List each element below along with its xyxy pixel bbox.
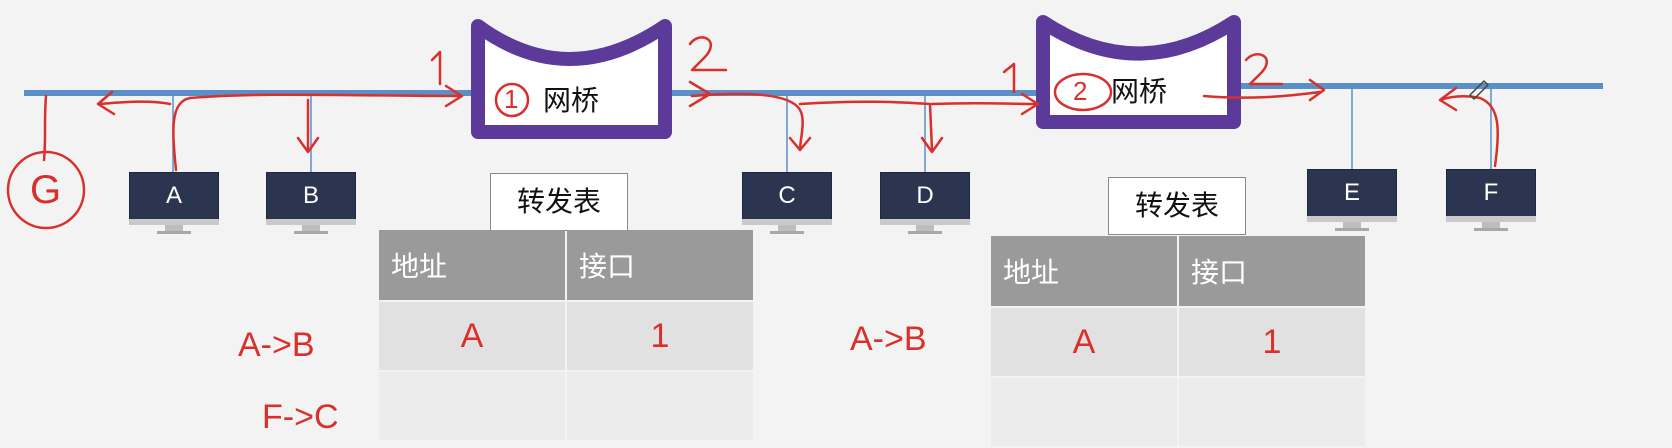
host-e[interactable]: E — [1307, 169, 1397, 233]
host-c-label: C — [742, 172, 832, 220]
table-header-row: 地址 接口 — [379, 230, 753, 300]
host-e-label: E — [1307, 169, 1397, 217]
forwarding-table-1-title: 转发表 — [490, 173, 628, 231]
ink-to-b2 — [930, 92, 1040, 116]
monitor-base — [157, 231, 191, 234]
table-header-row: 地址 接口 — [991, 236, 1365, 306]
ink-g-line — [42, 94, 48, 162]
host-f-label: F — [1446, 169, 1536, 217]
cell-address: A — [991, 308, 1177, 376]
forwarding-table-1: 地址 接口 A 1 — [377, 228, 755, 442]
table-row: A 1 — [991, 308, 1365, 376]
monitor-base — [908, 231, 942, 234]
bridge-2-circled-port: 2 — [1073, 76, 1088, 106]
network-links — [6, 15, 1603, 230]
host-f[interactable]: F — [1446, 169, 1536, 233]
column-header-address: 地址 — [379, 230, 565, 300]
host-g-label: G — [30, 168, 62, 212]
ink-f-up — [1438, 86, 1499, 168]
column-header-address: 地址 — [991, 236, 1177, 306]
table-1-annotation-2: F->C — [262, 398, 339, 436]
network-diagram: G 网桥 网桥 1 1 2 1 2 2 A B C D E F 转发表 地址 接… — [0, 0, 1672, 448]
host-d[interactable]: D — [880, 172, 970, 236]
host-a[interactable]: A — [129, 172, 219, 236]
column-header-interface: 接口 — [567, 230, 753, 300]
cell-interface — [1179, 378, 1365, 446]
bridge-1-label: 网桥 — [543, 84, 600, 117]
ink-a-right — [188, 84, 464, 108]
table-row: A 1 — [379, 302, 753, 370]
host-b-label: B — [266, 172, 356, 220]
table-row — [379, 372, 753, 440]
cell-interface: 1 — [567, 302, 753, 370]
bridge-1-circled-port: 1 — [504, 84, 519, 114]
cell-address: A — [379, 302, 565, 370]
cell-interface — [567, 372, 753, 440]
monitor-base — [1335, 228, 1369, 231]
ink-b1-out — [690, 92, 812, 152]
ink-b-down — [296, 98, 320, 154]
cell-address — [379, 372, 565, 440]
forwarding-table-2: 地址 接口 A 1 — [989, 234, 1367, 448]
column-header-interface: 接口 — [1179, 236, 1365, 306]
cell-address — [991, 378, 1177, 446]
host-a-label: A — [129, 172, 219, 220]
table-row — [991, 378, 1365, 446]
monitor-base — [294, 231, 328, 234]
forwarding-table-2-title: 转发表 — [1108, 177, 1246, 235]
ink-a-up — [172, 96, 192, 172]
host-c[interactable]: C — [742, 172, 832, 236]
monitor-base — [770, 231, 804, 234]
bridge-2-label: 网桥 — [1111, 75, 1168, 108]
host-b[interactable]: B — [266, 172, 356, 236]
table-2-annotation-1: A->B — [850, 320, 927, 358]
host-d-label: D — [880, 172, 970, 220]
monitor-base — [1474, 228, 1508, 231]
cell-interface: 1 — [1179, 308, 1365, 376]
ink-d-flow — [798, 100, 944, 154]
table-1-annotation-1: A->B — [238, 326, 315, 364]
